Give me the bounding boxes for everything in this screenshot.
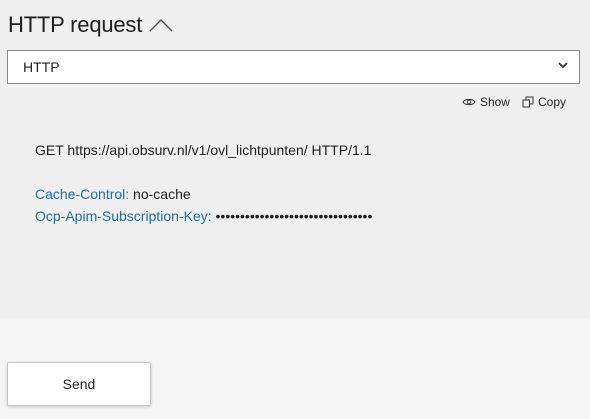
- section-title: HTTP request: [8, 12, 143, 37]
- header-value: no-cache: [133, 186, 191, 202]
- header-key: Ocp-Apim-Subscription-Key:: [35, 208, 212, 224]
- copy-label: Copy: [537, 95, 566, 109]
- show-label: Show: [479, 95, 510, 109]
- header-value: ••••••••••••••••••••••••••••••••: [215, 208, 373, 224]
- chevron-down-icon: [557, 58, 569, 76]
- header-key: Cache-Control:: [35, 186, 130, 202]
- show-button[interactable]: Show: [462, 95, 510, 109]
- section-header: HTTP request: [8, 10, 174, 40]
- copy-button[interactable]: Copy: [522, 95, 566, 109]
- send-button[interactable]: Send: [7, 362, 151, 406]
- copy-icon: [522, 96, 534, 108]
- protocol-select-value: HTTP: [23, 59, 60, 75]
- request-code: GET https://api.obsurv.nl/v1/ovl_lichtpu…: [35, 139, 372, 227]
- eye-icon: [462, 97, 476, 107]
- header-line: Cache-Control: no-cache: [35, 183, 372, 205]
- request-line: GET https://api.obsurv.nl/v1/ovl_lichtpu…: [35, 142, 372, 158]
- code-toolbar: Show Copy: [462, 95, 566, 109]
- protocol-select[interactable]: HTTP: [7, 50, 580, 84]
- header-line: Ocp-Apim-Subscription-Key: •••••••••••••…: [35, 205, 372, 227]
- chevron-up-icon[interactable]: [148, 15, 174, 35]
